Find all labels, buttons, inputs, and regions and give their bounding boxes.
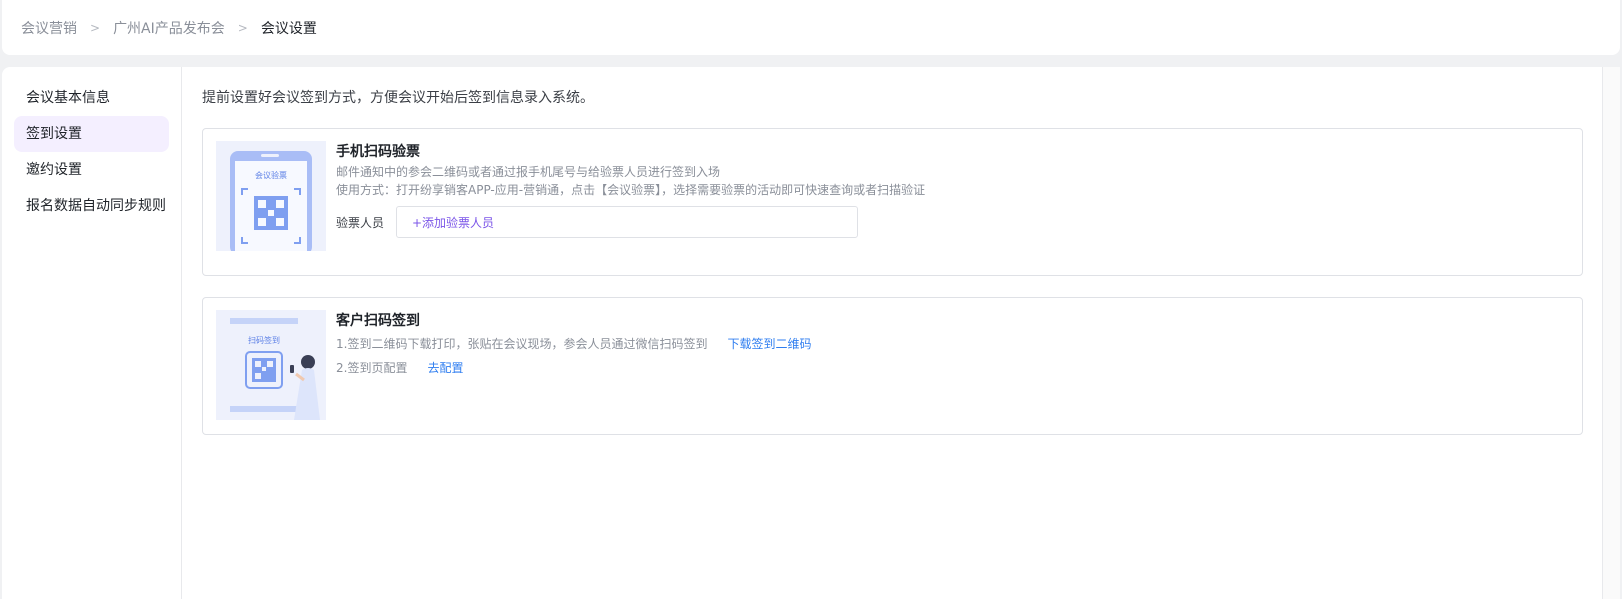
- staff-row: 验票人员 +添加验票人员: [336, 206, 1562, 238]
- step-row-2: 2.签到页配置 去配置: [336, 356, 1562, 380]
- mobile-scan-title: 手机扫码验票: [336, 144, 420, 160]
- mobile-scan-card-body: 手机扫码验票 邮件通知中的参会二维码或者通过报手机尾号与给验票人员进行签到入场 …: [336, 141, 1562, 238]
- settings-panel: 会议基本信息 签到设置 邀约设置 报名数据自动同步规则 提前设置好会议签到方式，…: [2, 67, 1620, 599]
- sidebar-item-basic-info[interactable]: 会议基本信息: [14, 80, 169, 116]
- scrollbar[interactable]: [1602, 67, 1620, 599]
- sidebar-item-invite-settings[interactable]: 邀约设置: [14, 152, 169, 188]
- page-intro: 提前设置好会议签到方式，方便会议开始后签到信息录入系统。: [202, 90, 594, 106]
- chevron-right-icon: >: [90, 20, 101, 35]
- breadcrumb-item-marketing[interactable]: 会议营销: [21, 18, 77, 38]
- illustration-label: 会议验票: [255, 170, 287, 180]
- checkin-qr-illustration: 扫码签到: [216, 310, 326, 420]
- settings-sidebar: 会议基本信息 签到设置 邀约设置 报名数据自动同步规则: [2, 67, 182, 599]
- mobile-scan-desc-1: 邮件通知中的参会二维码或者通过报手机尾号与给验票人员进行签到入场: [336, 165, 721, 179]
- customer-scan-title: 客户扫码签到: [336, 313, 420, 329]
- sidebar-item-sync-rules[interactable]: 报名数据自动同步规则: [14, 188, 169, 224]
- customer-scan-card: 扫码签到 客户扫码签到 1.签到二维码下载打印，张贴在会议现场，参会人员通过微信: [202, 297, 1583, 435]
- add-staff-button[interactable]: +添加验票人员: [396, 206, 858, 238]
- breadcrumb-item-current: 会议设置: [260, 20, 317, 37]
- step-row-1: 1.签到二维码下载打印，张贴在会议现场，参会人员通过微信扫码签到 下载签到二维码: [336, 332, 1562, 356]
- download-qr-link[interactable]: 下载签到二维码: [727, 332, 811, 356]
- step-2-text: 2.签到页配置: [336, 361, 408, 375]
- breadcrumb-item-event[interactable]: 广州AI产品发布会: [113, 18, 225, 38]
- step-1-text: 1.签到二维码下载打印，张贴在会议现场，参会人员通过微信扫码签到: [336, 337, 708, 351]
- mobile-scan-desc-2: 使用方式：打开纷享销客APP-应用-营销通，点击【会议验票】，选择需要验票的活动…: [336, 183, 926, 197]
- customer-scan-card-body: 客户扫码签到 1.签到二维码下载打印，张贴在会议现场，参会人员通过微信扫码签到 …: [336, 310, 1562, 380]
- breadcrumb: 会议营销 > 广州AI产品发布会 > 会议设置: [2, 0, 1620, 55]
- chevron-right-icon: >: [237, 20, 248, 35]
- mobile-scan-card: 会议验票 手机扫码验票 邮件通知中的参会二维码或者通过报手机尾号与给验票人员进行…: [202, 128, 1583, 276]
- main-content: 提前设置好会议签到方式，方便会议开始后签到信息录入系统。 会议验票 手机扫码验票…: [202, 67, 1583, 435]
- phone-qr-illustration: 会议验票: [216, 141, 326, 255]
- configure-link[interactable]: 去配置: [427, 356, 463, 380]
- sidebar-item-checkin-settings[interactable]: 签到设置: [14, 116, 169, 152]
- staff-label: 验票人员: [336, 215, 385, 230]
- illustration-label: 扫码签到: [248, 335, 280, 345]
